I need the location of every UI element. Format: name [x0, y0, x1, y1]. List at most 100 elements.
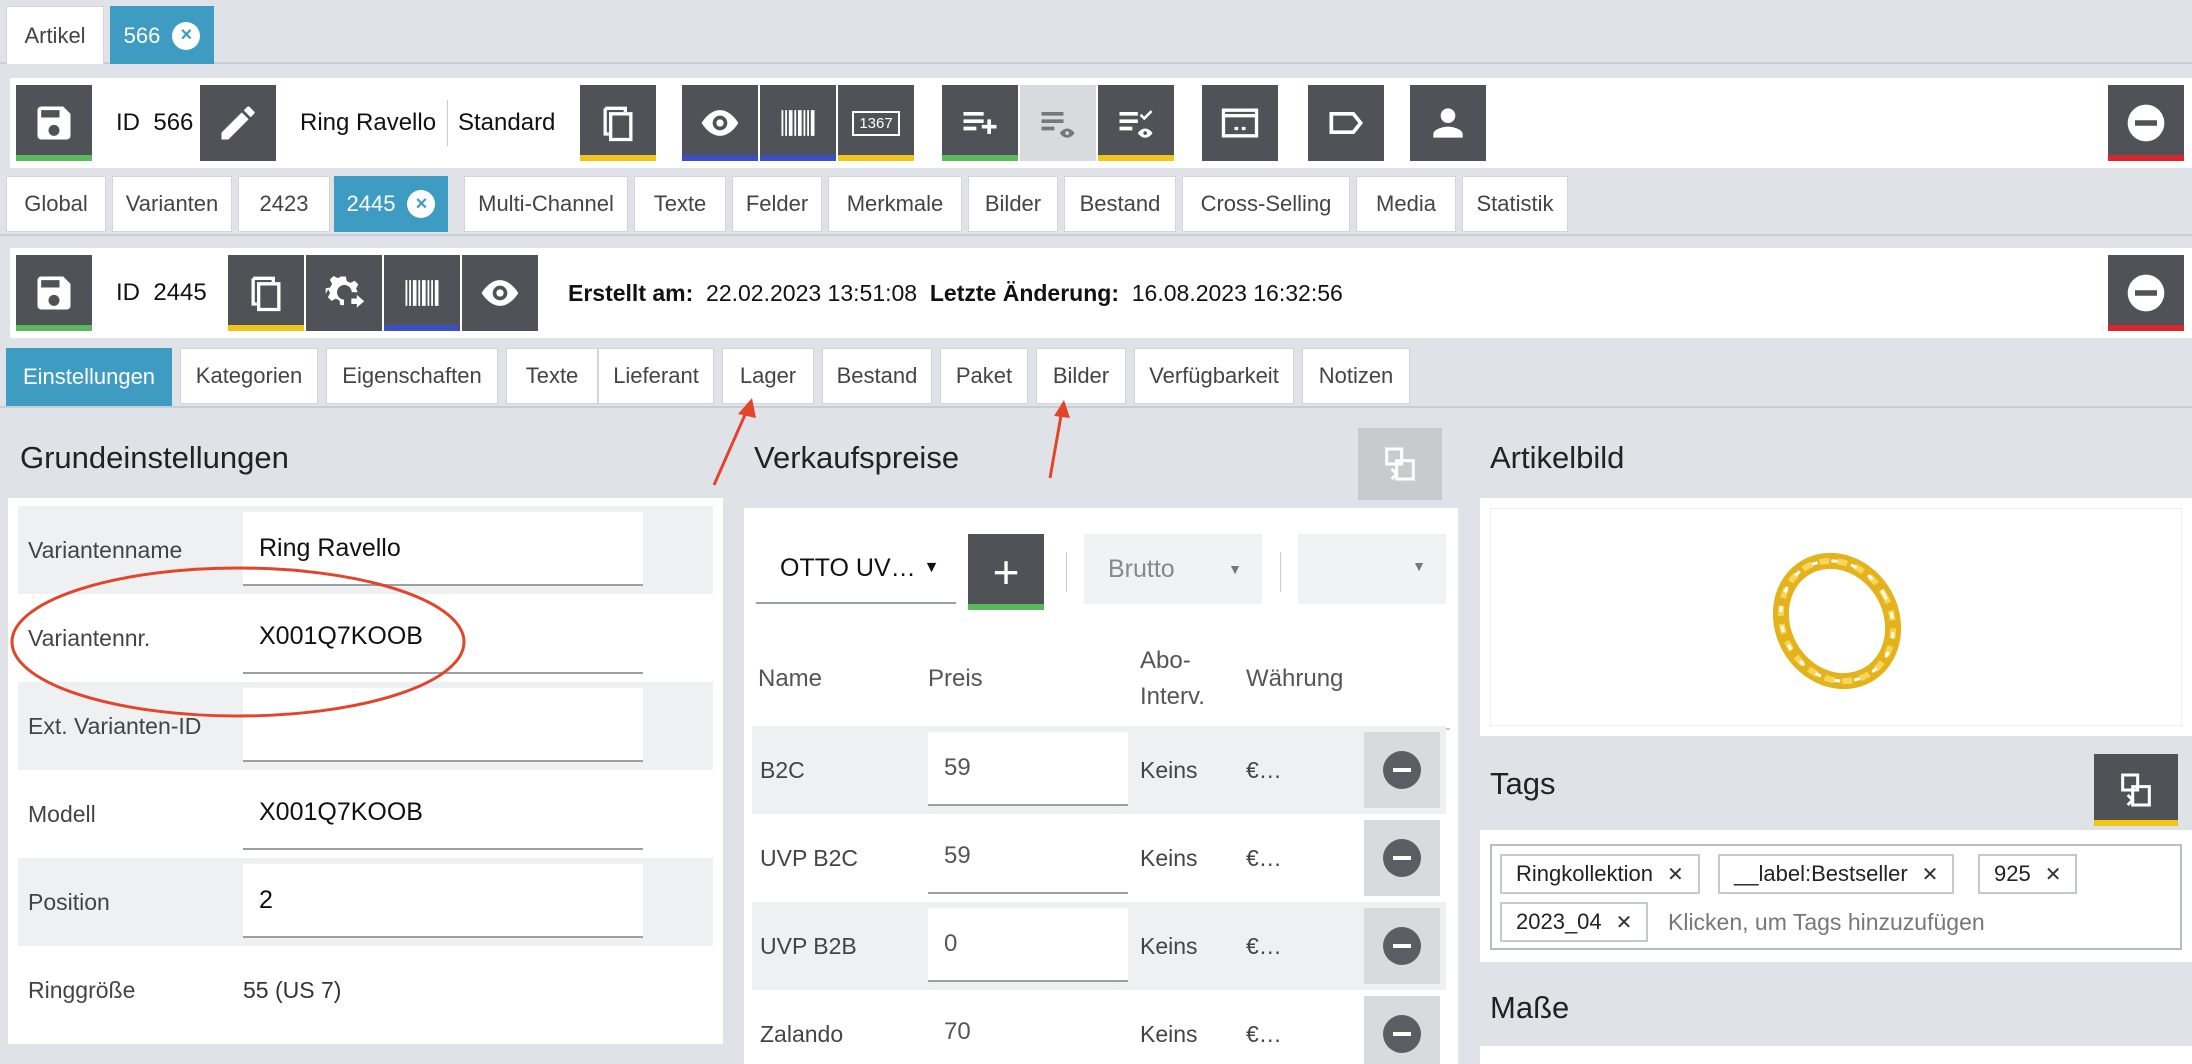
article-id: ID 566 [116, 109, 194, 136]
tab-bestand[interactable]: Bestand [1064, 176, 1176, 232]
dimensions-panel [1480, 1046, 2192, 1064]
tab-2423[interactable]: 2423 [238, 176, 330, 232]
remove-price-button[interactable] [1364, 908, 1440, 984]
remove-tag-icon[interactable]: ✕ [1616, 910, 1633, 935]
dimensions-title: Maße [1490, 990, 1570, 1025]
tags-title: Tags [1490, 766, 1556, 801]
remove-variant-button[interactable] [2108, 255, 2184, 331]
tab-statistik[interactable]: Statistik [1462, 176, 1568, 232]
tab-notizen[interactable]: Notizen [1302, 348, 1410, 404]
price-input[interactable]: 59 [928, 820, 1128, 894]
add-list-button[interactable] [942, 85, 1018, 161]
barcode-button[interactable] [760, 85, 836, 161]
tab-texte[interactable]: Texte [634, 176, 726, 232]
tab-566[interactable]: 566 × [110, 6, 214, 64]
tab-global[interactable]: Global [6, 176, 106, 232]
variant-barcode-button[interactable] [384, 255, 460, 331]
channel-select[interactable]: OTTO UV… ▼ [756, 534, 956, 604]
close-icon[interactable]: × [407, 190, 436, 218]
ean-button[interactable]: 1367 [838, 85, 914, 161]
tab-cross-selling[interactable]: Cross-Selling [1182, 176, 1350, 232]
model-input[interactable]: X001Q7KOOB [243, 776, 643, 850]
remove-price-button[interactable] [1364, 820, 1440, 896]
ean-number-icon: 1367 [852, 110, 900, 136]
tab-multi-channel[interactable]: Multi-Channel [464, 176, 628, 232]
tags-import-button[interactable] [2094, 754, 2178, 826]
article-image-title: Artikelbild [1490, 440, 1625, 475]
price-row: UVP B2B 0 Keins €… [752, 902, 1446, 990]
gross-net-select[interactable]: Brutto ▼ [1084, 534, 1262, 604]
caret-down-icon: ▼ [1412, 558, 1426, 574]
tab-bilder[interactable]: Bilder [968, 176, 1058, 232]
remove-price-button[interactable] [1364, 996, 1440, 1064]
price-row: UVP B2C 59 Keins €… [752, 814, 1446, 902]
remove-price-button[interactable] [1364, 732, 1440, 808]
person-icon [1433, 108, 1463, 138]
tag-icon [1329, 112, 1364, 134]
remove-article-button[interactable] [2108, 85, 2184, 161]
article-image-panel [1480, 498, 2192, 736]
arrow-to-lager [712, 407, 750, 486]
minus-circle-icon [1383, 839, 1421, 877]
remove-tag-icon[interactable]: ✕ [1667, 862, 1684, 887]
currency-select[interactable]: ▼ [1298, 534, 1446, 604]
article-tab-bar: Global Varianten 2423 2445 × Multi-Channe… [0, 176, 2192, 236]
edit-button[interactable] [200, 85, 276, 161]
arrow-to-bilder [1048, 409, 1064, 479]
user-button[interactable] [1410, 85, 1486, 161]
tags-placeholder: Klicken, um Tags hinzuzufügen [1668, 908, 1985, 935]
pencil-icon [221, 106, 255, 140]
tab-2445[interactable]: 2445 × [334, 176, 448, 232]
sales-prices-import-button[interactable] [1358, 428, 1442, 500]
save-icon [37, 106, 71, 140]
barcode-icon [405, 280, 439, 306]
caret-down-icon: ▼ [923, 559, 940, 576]
price-input[interactable]: 59 [928, 732, 1128, 806]
highlight-ellipse [10, 566, 466, 718]
variant-id: ID 2445 [116, 279, 207, 306]
price-row: B2C 59 Keins €… [752, 726, 1446, 814]
remove-tag-icon[interactable]: ✕ [2045, 862, 2062, 887]
tab-merkmale[interactable]: Merkmale [828, 176, 962, 232]
copy-icon [603, 106, 633, 142]
remove-tag-icon[interactable]: ✕ [1922, 862, 1939, 887]
minus-circle-icon [1383, 927, 1421, 965]
variant-timestamps: Erstellt am: 22.02.2023 13:51:08 Letzte … [568, 279, 1343, 306]
copy-button[interactable] [580, 85, 656, 161]
label-button[interactable] [1308, 85, 1384, 161]
price-row: Zalando 70 Keins €… [752, 990, 1446, 1064]
checklist-view-button[interactable] [1098, 85, 1174, 161]
copy-variant-button[interactable] [228, 255, 304, 331]
minus-circle-icon [1383, 1015, 1421, 1053]
tab-verfuegbarkeit[interactable]: Verfügbarkeit [1134, 348, 1294, 404]
add-price-button[interactable]: + [968, 534, 1044, 610]
minus-circle-icon [1383, 751, 1421, 789]
copy-transfer-icon [1385, 447, 1415, 481]
position-input[interactable]: 2 [243, 864, 643, 938]
copy-transfer-icon [2121, 773, 2151, 807]
variant-preview-button[interactable] [462, 255, 538, 331]
tag-chip: 925 ✕ [1978, 854, 2078, 894]
variant-settings-button[interactable] [306, 255, 382, 331]
close-icon[interactable]: × [172, 21, 201, 50]
price-input[interactable]: 0 [928, 908, 1128, 982]
article-image[interactable] [1490, 508, 2182, 726]
tab-media[interactable]: Media [1356, 176, 1456, 232]
tag-chip: __label:Bestseller ✕ [1718, 854, 1955, 894]
web-link-button[interactable] [1202, 85, 1278, 161]
article-name: Ring Ravello [300, 109, 437, 136]
list-view-button[interactable] [1020, 85, 1096, 161]
price-input[interactable]: 70 [928, 996, 1128, 1064]
tab-felder[interactable]: Felder [732, 176, 822, 232]
list-check-eye-icon [1119, 110, 1153, 138]
playlist-add-icon [963, 112, 997, 134]
field-ring-size: Ringgröße 55 (US 7) [18, 946, 713, 1034]
variant-toolbar: ID 2445 Erstellt am: 22.02.2023 13:51:08… [10, 248, 2192, 338]
tab-artikel[interactable]: Artikel [6, 6, 104, 64]
save-button[interactable] [16, 85, 92, 161]
preview-button[interactable] [682, 85, 758, 161]
tab-varianten[interactable]: Varianten [112, 176, 232, 232]
gear-arrow-icon [325, 275, 365, 308]
save-variant-button[interactable] [16, 255, 92, 331]
field-model: Modell X001Q7KOOB [18, 770, 713, 858]
